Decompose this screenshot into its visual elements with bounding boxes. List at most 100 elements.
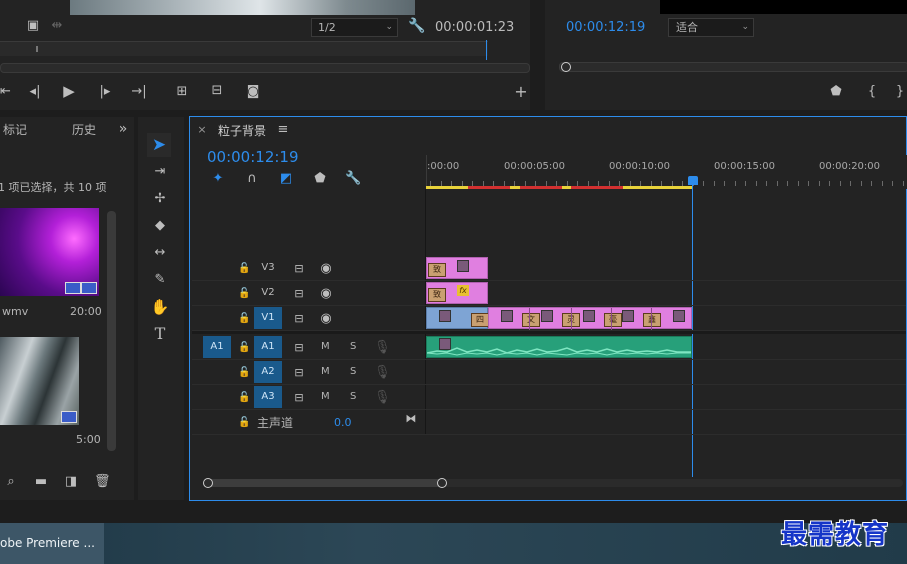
trash-icon[interactable]: 🗑	[94, 475, 111, 489]
sync-lock-icon[interactable]: ⊟	[292, 262, 306, 276]
taskbar-app-button[interactable]: obe Premiere ...	[0, 523, 104, 564]
linked-selection-icon[interactable]: ◩	[278, 172, 294, 186]
marker-add-icon[interactable]: ⇹	[50, 19, 64, 33]
lock-icon[interactable]: 🔓	[238, 262, 250, 276]
mark-out-icon[interactable]: }	[895, 85, 905, 99]
solo-button[interactable]: S	[350, 366, 356, 377]
source-playhead[interactable]	[486, 40, 487, 60]
project-scrollbar[interactable]	[107, 211, 116, 451]
track-label-a2[interactable]: A2	[254, 361, 282, 383]
sync-lock-icon[interactable]: ⊟	[292, 312, 306, 326]
folder-icon[interactable]: ▬	[33, 475, 49, 489]
timeline-settings-wrench-icon[interactable]: 🔧	[345, 172, 361, 186]
ruler-label: 00:00:10:00	[609, 161, 671, 172]
sync-lock-icon[interactable]: ⊟	[292, 366, 306, 380]
clip-v2[interactable]: 致 fx	[426, 282, 488, 304]
track-select-tool-icon[interactable]: ⇥	[150, 165, 170, 179]
timeline-timecode[interactable]: 00:00:12:19	[207, 148, 299, 166]
track-label-v3[interactable]: V3	[254, 257, 282, 279]
step-forward-icon[interactable]: |▸	[98, 85, 112, 99]
play-icon[interactable]: ▶	[62, 84, 76, 99]
track-label-v1[interactable]: V1	[254, 307, 282, 329]
close-icon[interactable]: ×	[197, 123, 207, 137]
lock-icon[interactable]: 🔓	[238, 312, 250, 326]
project-item-thumbnail[interactable]	[0, 208, 99, 296]
program-scrubber-handle[interactable]	[561, 62, 571, 72]
new-item-icon[interactable]: ◨	[64, 475, 78, 489]
plus-icon[interactable]: +	[514, 84, 528, 100]
microphone-icon[interactable]: 🎙	[374, 391, 391, 405]
slip-tool-icon[interactable]: ↔	[150, 246, 170, 260]
nest-icon[interactable]: ✦	[210, 172, 226, 186]
search-icon[interactable]: ⌕	[4, 475, 18, 489]
sync-lock-icon[interactable]: ⊟	[292, 341, 306, 355]
track-label-a1[interactable]: A1	[254, 336, 282, 358]
selection-tool-icon[interactable]: ➤	[147, 133, 171, 157]
source-patch-a1[interactable]: A1	[203, 336, 231, 358]
clip-a1-audio[interactable]	[426, 336, 692, 358]
add-marker-icon[interactable]: ⬟	[313, 172, 327, 186]
marker-icon[interactable]: ⬟	[830, 85, 842, 99]
bowtie-icon[interactable]: ⧓	[404, 412, 418, 426]
track-label-a3[interactable]: A3	[254, 386, 282, 408]
tab-markers[interactable]: 标记	[3, 121, 27, 138]
lock-icon[interactable]: 🔓	[238, 416, 250, 430]
fx-badge-icon	[457, 260, 469, 272]
program-scrubber-bar[interactable]	[559, 62, 907, 72]
more-panels-icon[interactable]: »	[116, 122, 130, 136]
step-back-icon[interactable]: ◂|	[28, 85, 42, 99]
playhead-handle[interactable]	[688, 176, 698, 185]
clip-v1-blue[interactable]: 四	[426, 307, 489, 329]
go-to-out-icon[interactable]: →|	[131, 85, 147, 99]
clip-v1-pink[interactable]: 文 灵 毫 鑫	[488, 307, 692, 330]
solo-button[interactable]: S	[350, 341, 356, 352]
mark-in-icon[interactable]: {	[867, 85, 877, 99]
master-volume-value[interactable]: 0.0	[334, 416, 352, 429]
sync-lock-icon[interactable]: ⊟	[292, 391, 306, 405]
project-item-thumbnail[interactable]	[0, 337, 79, 425]
mark-out-icon[interactable]: ⇤	[0, 85, 11, 99]
razor-tool-icon[interactable]: ◆	[150, 219, 170, 233]
eye-icon[interactable]: ◉	[318, 312, 334, 326]
ruler-tick	[819, 181, 820, 186]
mute-button[interactable]: M	[321, 341, 330, 352]
tab-history[interactable]: 历史	[72, 121, 96, 138]
overwrite-icon[interactable]: ⊟	[208, 84, 226, 98]
clip-v3[interactable]: 致	[426, 257, 488, 279]
hand-tool-icon[interactable]: ✋	[150, 300, 170, 315]
mute-button[interactable]: M	[321, 366, 330, 377]
lock-icon[interactable]: 🔓	[238, 341, 250, 355]
track-label-v2[interactable]: V2	[254, 282, 282, 304]
ruler-tick	[735, 181, 736, 186]
ripple-edit-tool-icon[interactable]: ✢	[150, 192, 170, 206]
insert-icon[interactable]: ⊞	[173, 85, 191, 99]
source-time-ruler[interactable]	[0, 41, 488, 56]
fit-select[interactable]: 适合 ⌄	[668, 18, 754, 37]
lock-icon[interactable]: 🔓	[238, 366, 250, 380]
film-icon[interactable]: ▣	[26, 19, 40, 33]
source-zoom-scrollbar[interactable]	[0, 63, 530, 73]
eye-icon[interactable]: ◉	[318, 287, 334, 301]
panel-menu-icon[interactable]: ≡	[277, 123, 289, 137]
microphone-icon[interactable]: 🎙	[374, 366, 391, 380]
solo-button[interactable]: S	[350, 391, 356, 402]
wrench-icon[interactable]: 🔧	[408, 19, 425, 33]
program-timecode[interactable]: 00:00:12:19	[566, 20, 645, 35]
eye-icon[interactable]: ◉	[318, 262, 334, 276]
sequence-tab[interactable]: 粒子背景	[218, 122, 266, 139]
zoom-handle-left[interactable]	[203, 478, 213, 488]
snap-magnet-icon[interactable]: ∩	[244, 172, 260, 186]
camera-icon[interactable]: ◙	[245, 85, 261, 99]
pen-tool-icon[interactable]: ✎	[150, 273, 170, 287]
timeline-zoom-bar-active[interactable]	[206, 479, 444, 487]
zoom-handle-right[interactable]	[437, 478, 447, 488]
type-tool-icon[interactable]: T	[150, 326, 170, 342]
lock-icon[interactable]: 🔓	[238, 391, 250, 405]
microphone-icon[interactable]: 🎙	[374, 341, 391, 355]
fit-value: 适合	[676, 21, 698, 34]
lock-icon[interactable]: 🔓	[238, 287, 250, 301]
source-timecode[interactable]: 00:00:01:23	[435, 20, 514, 35]
sync-lock-icon[interactable]: ⊟	[292, 287, 306, 301]
mute-button[interactable]: M	[321, 391, 330, 402]
resolution-select[interactable]: 1/2 ⌄	[311, 18, 398, 37]
